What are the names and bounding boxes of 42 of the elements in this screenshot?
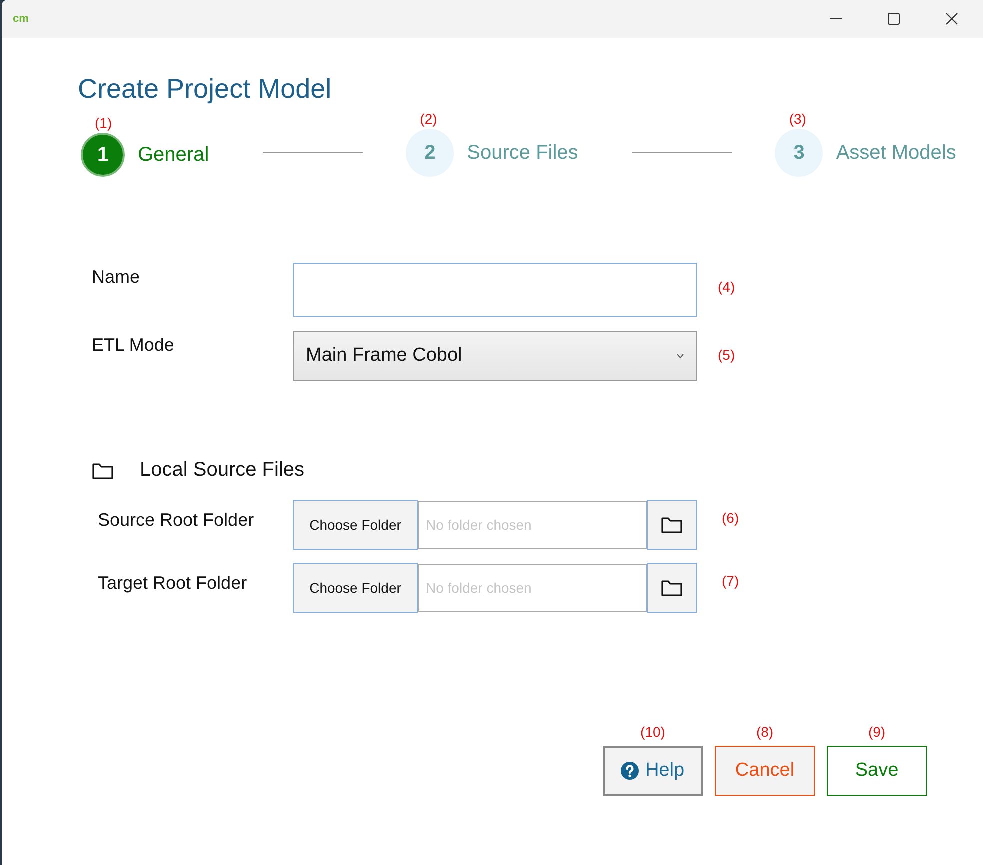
etl-mode-dropdown[interactable]: Main Frame Cobol [293,331,697,381]
choose-folder-button[interactable]: Choose Folder [293,500,418,550]
name-input[interactable] [293,263,697,317]
folder-icon [661,579,683,597]
annotation-label: (3) [789,111,808,127]
maximize-icon[interactable] [888,13,900,25]
browse-folder-button[interactable] [647,563,697,613]
section-title: Local Source Files [140,459,305,482]
save-button[interactable]: Save [827,746,927,796]
dialog-title: Create Project Model [78,74,333,105]
annotation-label: (5) [718,347,736,363]
app-logo: cm [13,14,30,24]
step-number[interactable]: 3 [775,129,824,177]
annotation-label: (10) [640,724,666,740]
annotation-label: (6) [722,510,740,526]
field-label: Source Root Folder [97,509,256,531]
annotation-label: (2) [420,111,438,127]
folder-icon [92,462,114,480]
chevron-down-icon [677,354,684,358]
help-button[interactable]: Help [603,746,703,796]
choose-folder-button[interactable]: Choose Folder [293,563,418,613]
folder-icon [661,516,683,534]
step-number[interactable]: 1 [81,133,125,177]
annotation-label: (8) [756,724,774,740]
field-label: Name [92,266,142,288]
step-label[interactable]: General [138,144,210,166]
annotation-label: (9) [868,724,886,740]
annotation-label: (4) [718,279,736,295]
folder-path-input[interactable]: No folder chosen [418,501,647,549]
step-label[interactable]: Source Files [467,142,578,164]
step-number[interactable]: 2 [406,129,454,177]
field-label: ETL Mode [92,334,176,356]
browse-folder-button[interactable] [647,500,697,550]
annotation-label: (1) [95,115,114,131]
step-label[interactable]: Asset Models [836,142,956,164]
folder-path-input[interactable]: No folder chosen [418,564,647,612]
field-label: Target Root Folder [97,572,248,594]
annotation-label: (7) [722,573,740,589]
cancel-button[interactable]: Cancel [715,746,815,796]
close-icon[interactable] [946,13,958,25]
minimize-icon[interactable] [830,18,842,20]
help-icon [621,762,640,780]
